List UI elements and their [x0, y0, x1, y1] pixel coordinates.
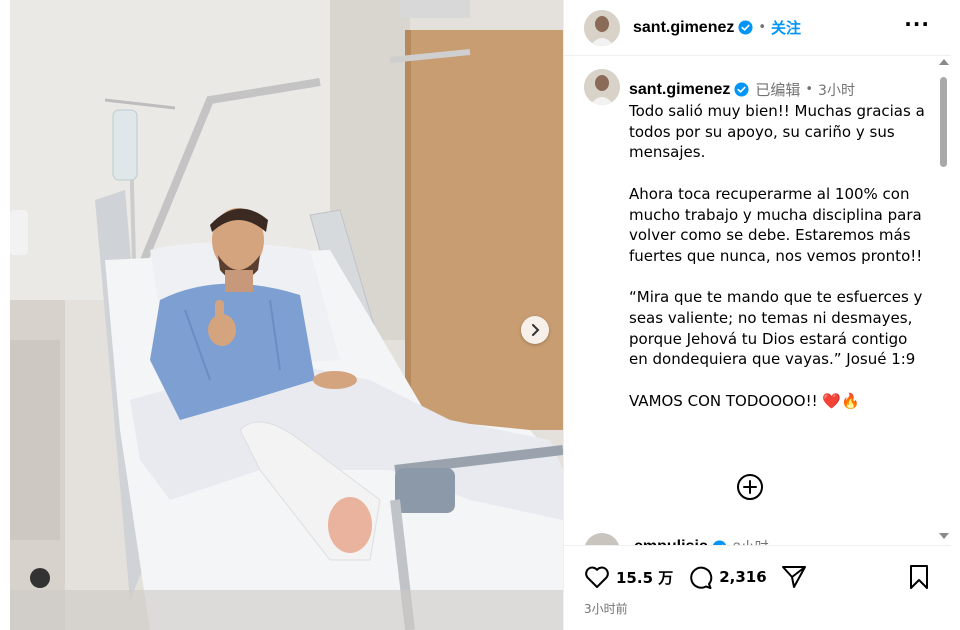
post-timestamp[interactable]: 3小时前	[584, 600, 628, 617]
post-header: sant.gimenez • 关注 ···	[564, 0, 952, 56]
avatar-image	[584, 69, 620, 105]
avatar-image	[584, 9, 620, 46]
comment-meta: cmpulisic 3小时	[634, 537, 769, 545]
comment-username[interactable]: cmpulisic	[634, 538, 708, 545]
separator-dot: •	[805, 82, 814, 97]
hospital-photo	[10, 0, 563, 630]
comments-section[interactable]: sant.gimenez 已编辑 • 3小时 Todo salió muy bi…	[564, 57, 939, 545]
caption-avatar[interactable]	[584, 69, 620, 105]
caption-time[interactable]: 3小时	[818, 80, 855, 100]
action-row: 15.5 万 2,316	[584, 564, 807, 590]
comment-avatar[interactable]	[584, 533, 620, 545]
comment-count[interactable]: 2,316	[719, 568, 766, 586]
more-icon[interactable]: ···	[904, 12, 930, 36]
right-gutter	[951, 0, 960, 630]
scrollbar-thumb[interactable]	[940, 77, 947, 167]
action-bar: 15.5 万 2,316 3小时前	[564, 545, 952, 630]
bookmark-icon[interactable]	[908, 564, 930, 590]
verified-badge-icon	[734, 82, 749, 97]
verified-badge-icon	[738, 20, 753, 35]
comment-item: cmpulisic 3小时	[584, 533, 924, 545]
scrollbar[interactable]	[937, 57, 949, 545]
like-count[interactable]: 15.5 万	[616, 567, 673, 588]
separator-dot: •	[758, 20, 767, 35]
comment-time[interactable]: 3小时	[733, 537, 769, 545]
heart-icon[interactable]	[584, 565, 610, 589]
avatar[interactable]	[584, 9, 620, 46]
follow-button[interactable]: 关注	[771, 17, 801, 38]
caption-text: Todo salió muy bien!! Muchas gracias a t…	[629, 102, 925, 410]
scroll-up-arrow-icon[interactable]	[939, 59, 949, 65]
caption-username[interactable]: sant.gimenez	[629, 81, 730, 99]
edited-label: 已编辑	[755, 81, 801, 99]
share-icon[interactable]	[781, 564, 807, 590]
post-photo[interactable]	[10, 0, 563, 630]
next-photo-button[interactable]	[521, 316, 549, 344]
post-panel: sant.gimenez • 关注 ··· sant.gimenez 已编辑 •…	[563, 0, 952, 630]
scroll-down-arrow-icon[interactable]	[939, 533, 949, 539]
caption-meta: sant.gimenez 已编辑 • 3小时	[629, 79, 929, 100]
comment-icon[interactable]	[687, 564, 713, 590]
plus-circle-icon[interactable]	[736, 473, 764, 501]
post-username[interactable]: sant.gimenez	[633, 19, 734, 37]
chevron-right-icon	[532, 324, 540, 336]
